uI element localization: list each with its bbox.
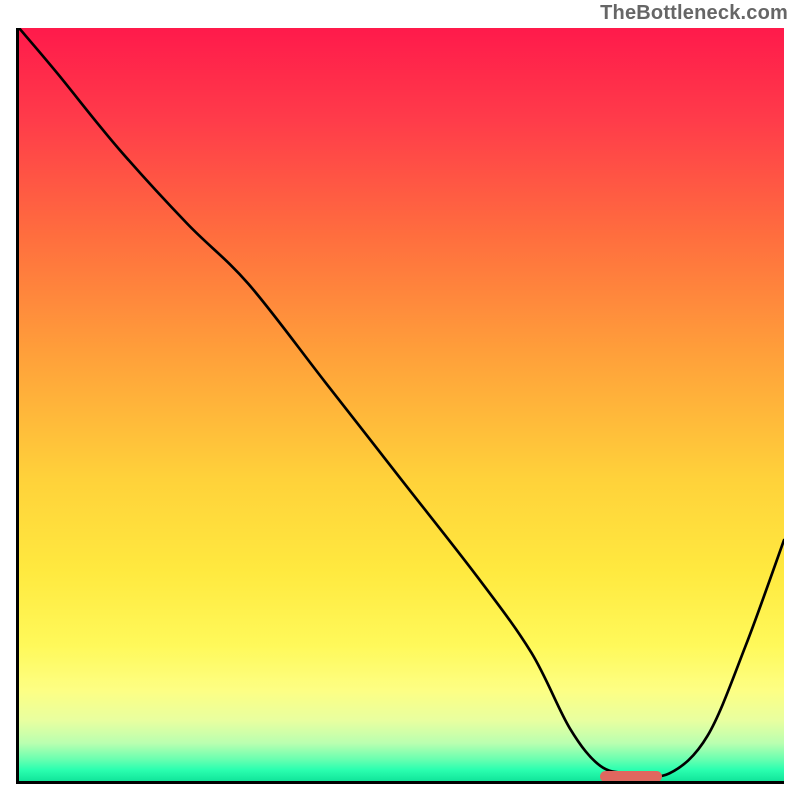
curve-path (19, 28, 784, 777)
brand-watermark: TheBottleneck.com (600, 2, 788, 25)
optimal-range-marker (600, 771, 661, 782)
plot-area (16, 28, 784, 784)
bottleneck-curve (19, 28, 784, 781)
chart-container: TheBottleneck.com (0, 0, 800, 800)
